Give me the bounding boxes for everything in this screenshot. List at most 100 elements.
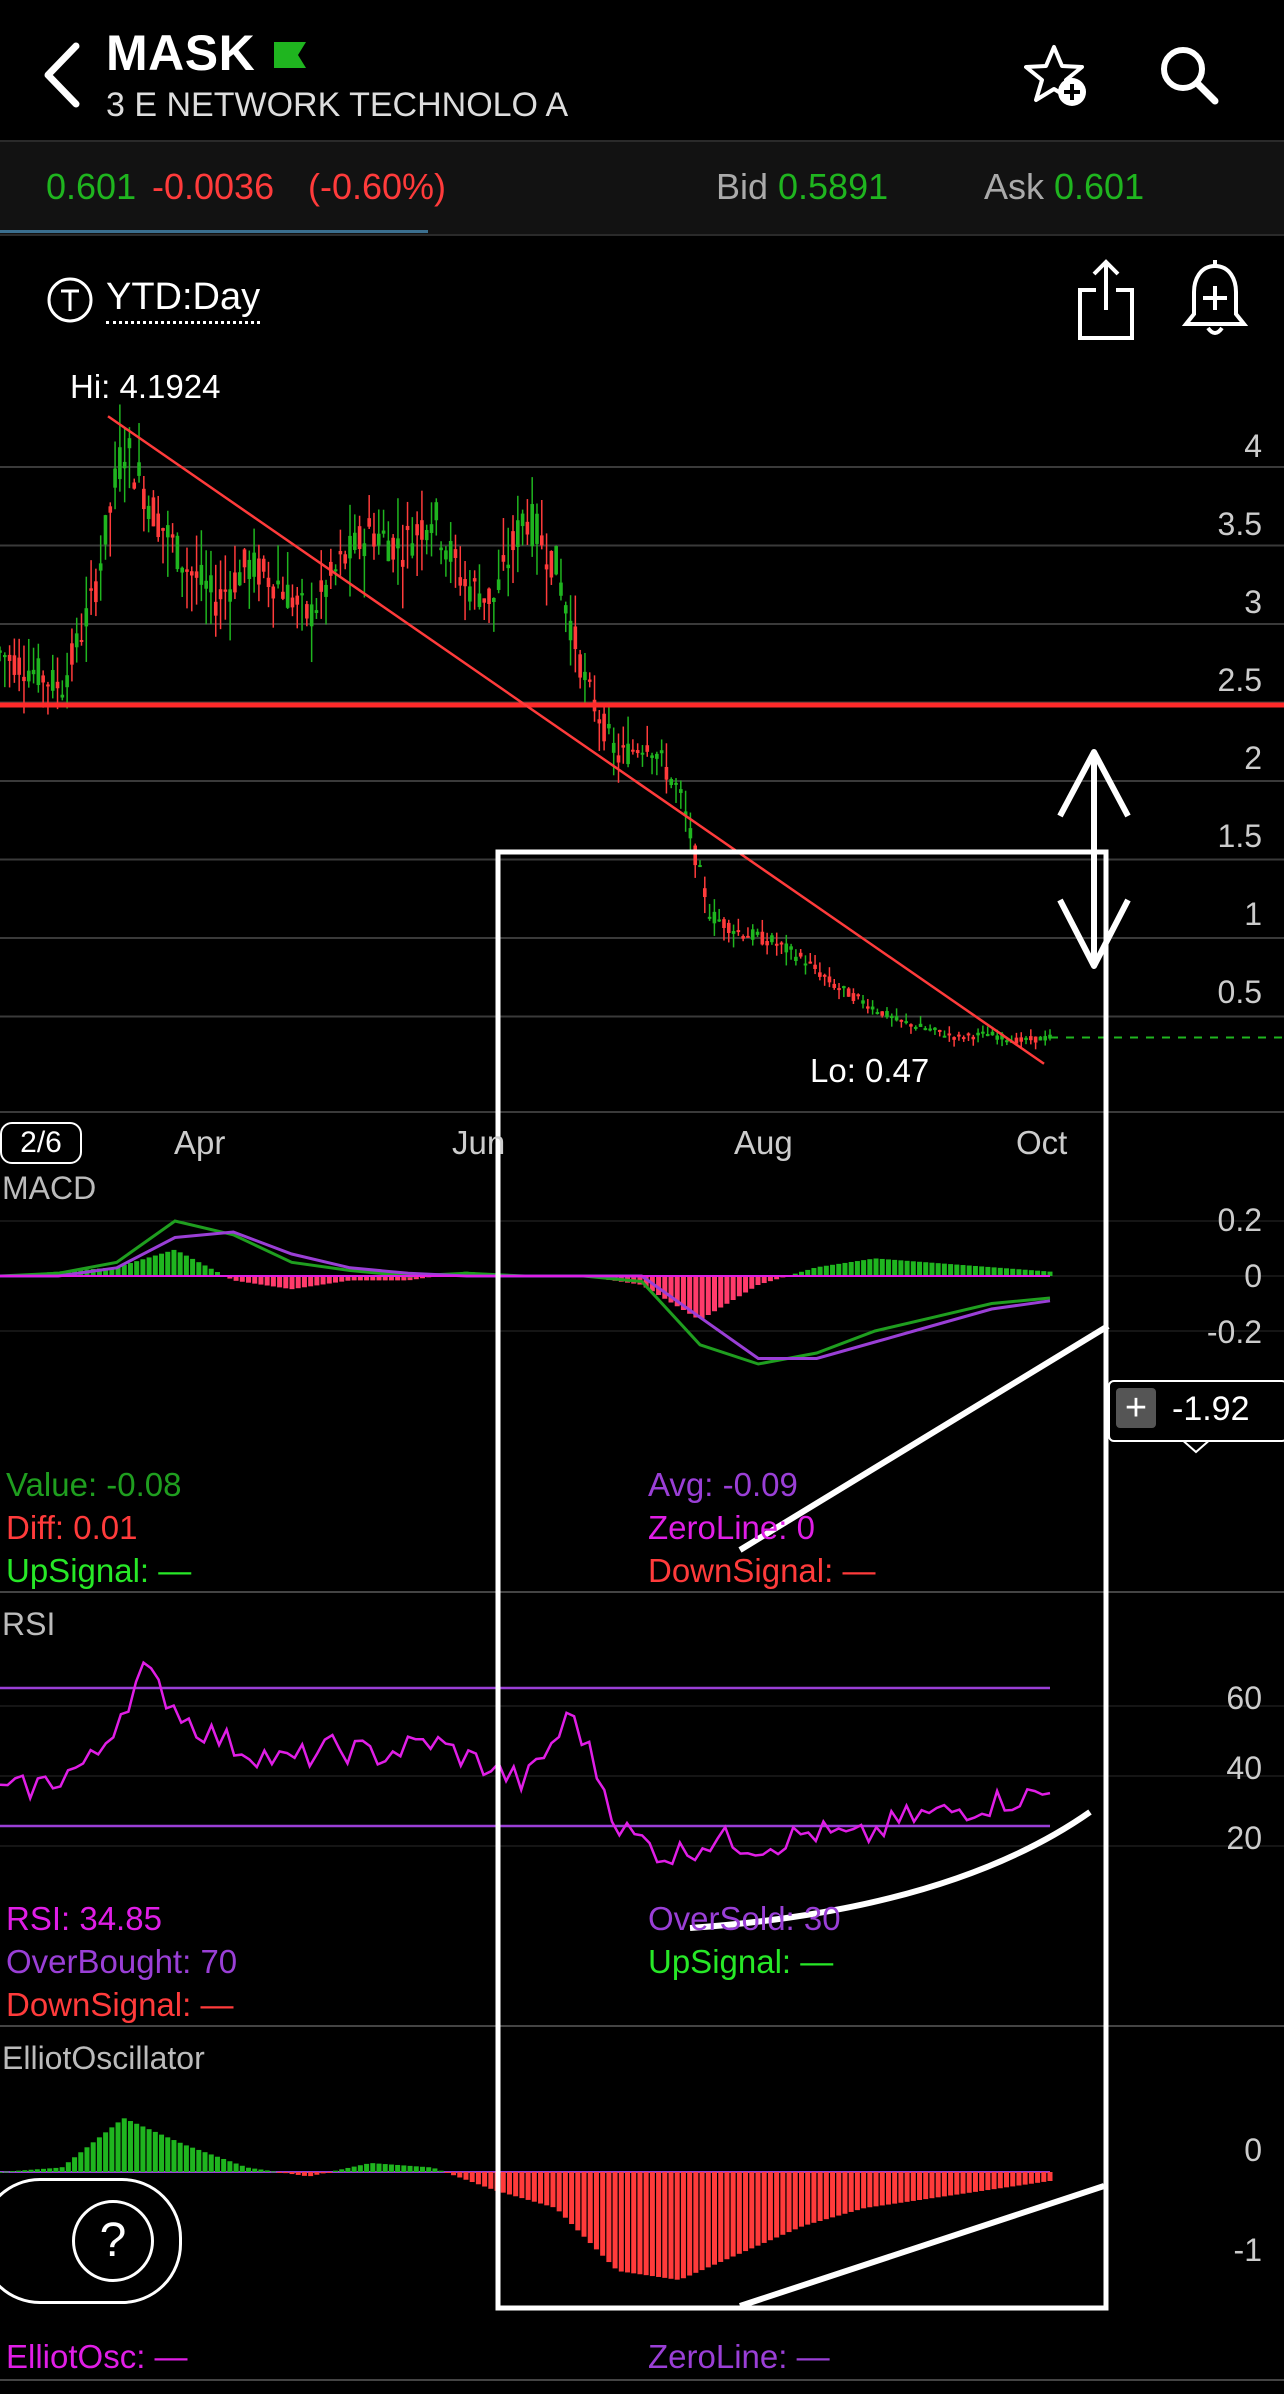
elliot-title: ElliotOscillator	[2, 2040, 205, 2076]
macd-y-tick: -0.2	[1206, 1314, 1262, 1350]
macd-title: MACD	[2, 1170, 97, 1206]
candle-body	[36, 658, 41, 686]
candle-body	[0, 650, 2, 653]
elliot-bar	[40, 2168, 46, 2172]
rsi-y-tick: 20	[1226, 1820, 1262, 1856]
elliot-bar	[270, 2171, 276, 2173]
price-y-tick: 2.5	[1217, 662, 1262, 698]
candle-body	[405, 525, 410, 531]
candle-body	[741, 936, 745, 939]
elliot-bar	[388, 2164, 394, 2172]
candle-body	[679, 789, 683, 793]
candle-body	[492, 597, 496, 603]
candle-body	[31, 669, 36, 675]
page-badge[interactable]: 2/6	[0, 1122, 82, 1164]
elliot-bar	[401, 2165, 407, 2172]
macd-histogram-bar	[904, 1260, 910, 1276]
elliot-bar	[16, 2170, 22, 2172]
elliot-bar	[339, 2169, 345, 2172]
candle-body	[640, 752, 645, 755]
elliot-bar	[755, 2172, 761, 2246]
candle-body	[290, 597, 295, 608]
elliot-bar	[954, 2172, 960, 2195]
candle-body	[213, 601, 218, 616]
elliot-bar	[960, 2172, 966, 2194]
elliot-bar	[239, 2165, 245, 2172]
candle-body	[587, 679, 592, 682]
candle-body	[79, 640, 84, 643]
elliot-bar	[1022, 2172, 1028, 2185]
candle-body	[674, 782, 678, 785]
elliot-bar	[761, 2172, 767, 2243]
elliot-bar	[320, 2172, 326, 2174]
elliot-bar	[519, 2172, 525, 2199]
macd-histogram-bar	[749, 1276, 755, 1289]
elliot-bar	[581, 2172, 587, 2237]
macd-histogram-bar	[289, 1276, 295, 1290]
elliot-bar	[65, 2162, 71, 2172]
candle-body	[194, 571, 199, 578]
candle-body	[693, 845, 698, 866]
candle-body	[156, 513, 161, 538]
elliot-bar	[78, 2152, 84, 2172]
elliot-bar	[183, 2145, 189, 2172]
elliot-bar	[252, 2168, 258, 2172]
candle-body	[611, 742, 616, 753]
price-y-tick: 1.5	[1217, 818, 1262, 854]
price-y-tick: 4	[1244, 428, 1262, 464]
candle-body	[621, 745, 626, 748]
candle-body	[1029, 1036, 1033, 1041]
elliot-bar	[208, 2154, 214, 2172]
elliot-bar	[345, 2167, 351, 2172]
candle-body	[352, 532, 357, 550]
macd-histogram-bar	[898, 1260, 904, 1276]
elliot-bar	[1035, 2172, 1041, 2183]
elliot-bar	[475, 2172, 481, 2185]
price-y-tick: 0.5	[1217, 974, 1262, 1010]
question-icon[interactable]: ?	[72, 2200, 154, 2282]
elliot-bar	[47, 2168, 53, 2172]
macd-histogram-bar	[948, 1264, 954, 1276]
candle-body	[770, 935, 774, 943]
macd-histogram-bar	[196, 1262, 202, 1276]
elliot-bar	[600, 2172, 606, 2256]
candle-body	[846, 988, 851, 997]
candle-body	[84, 608, 89, 627]
x-tick: Apr	[174, 1124, 226, 1161]
candle-body	[899, 1019, 904, 1022]
macd-histogram-bar	[817, 1266, 823, 1276]
candle-body	[295, 595, 300, 605]
chart-canvas[interactable]	[0, 0, 1284, 2394]
candle-body	[976, 1032, 980, 1036]
elliot-bar	[904, 2172, 910, 2202]
candle-body	[880, 1011, 884, 1016]
elliot-bar	[780, 2172, 786, 2235]
candle-body	[463, 579, 467, 587]
elliot-bar	[1047, 2172, 1053, 2181]
plus-icon[interactable]: +	[1116, 1388, 1156, 1428]
macd-histogram-bar	[718, 1276, 724, 1308]
price-y-tick: 3.5	[1217, 506, 1262, 542]
elliot-bar	[301, 2172, 307, 2176]
elliot-bar	[165, 2137, 171, 2172]
elliot-bar	[482, 2172, 488, 2187]
candle-body	[995, 1035, 1000, 1040]
candle-body	[966, 1033, 971, 1036]
candle-body	[396, 538, 400, 549]
macd-histogram-bar	[159, 1253, 165, 1276]
rsi-oversold-legend: OverSold: 30	[648, 1900, 841, 1937]
candle-body	[204, 580, 208, 589]
candle-body	[837, 988, 841, 991]
macd-histogram-bar	[991, 1267, 997, 1276]
macd-histogram-bar	[842, 1262, 848, 1276]
candle-body	[70, 643, 74, 665]
macd-histogram-bar	[190, 1258, 196, 1276]
elliot-bar	[134, 2123, 140, 2172]
macd-histogram-bar	[879, 1258, 885, 1276]
elliot-bar	[593, 2172, 599, 2250]
macd-histogram-bar	[743, 1276, 749, 1293]
macd-histogram-bar	[134, 1261, 140, 1276]
macd-histogram-bar	[121, 1264, 127, 1276]
candle-body	[127, 438, 132, 449]
elliot-bar	[525, 2172, 531, 2200]
